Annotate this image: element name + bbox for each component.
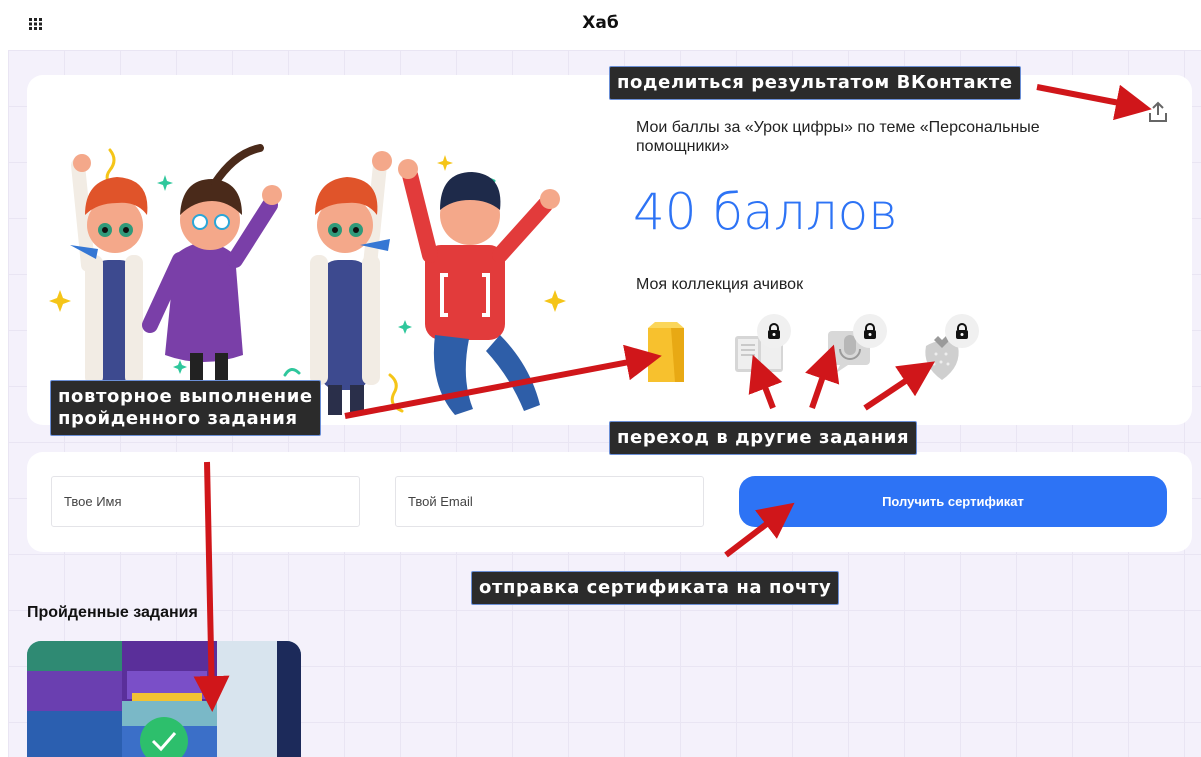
name-input[interactable]: [51, 476, 360, 527]
lock-icon: [757, 314, 791, 348]
top-bar: Хаб: [0, 0, 1201, 50]
annotation-other-tasks: переход в другие задания: [609, 421, 918, 455]
annotation-send-certificate: отправка сертификата на почту: [471, 571, 840, 605]
score-value: 40 баллов: [633, 183, 898, 241]
celebrating-kids-illustration: [30, 95, 590, 425]
get-certificate-button[interactable]: Получить сертификат: [739, 476, 1167, 527]
annotation-repeat-line1: повторное выполнение: [58, 386, 313, 407]
box-badge-icon[interactable]: [645, 320, 687, 384]
email-input[interactable]: [395, 476, 704, 527]
achievements-title: Моя коллекция ачивок: [636, 276, 804, 293]
score-caption: Мои баллы за «Урок цифры» по теме «Персо…: [636, 119, 1040, 155]
completed-task-card[interactable]: [27, 641, 301, 757]
annotation-share: поделиться результатом ВКонтакте: [609, 66, 1021, 100]
lock-icon: [853, 314, 887, 348]
lock-icon: [945, 314, 979, 348]
page-title: Хаб: [582, 13, 619, 33]
annotation-repeat-line2: пройденного задания: [58, 408, 298, 429]
completed-tasks-title: Пройденные задания: [27, 604, 198, 621]
annotation-repeat-task: повторное выполнение пройденного задания: [50, 380, 321, 436]
share-icon[interactable]: [1147, 100, 1169, 124]
